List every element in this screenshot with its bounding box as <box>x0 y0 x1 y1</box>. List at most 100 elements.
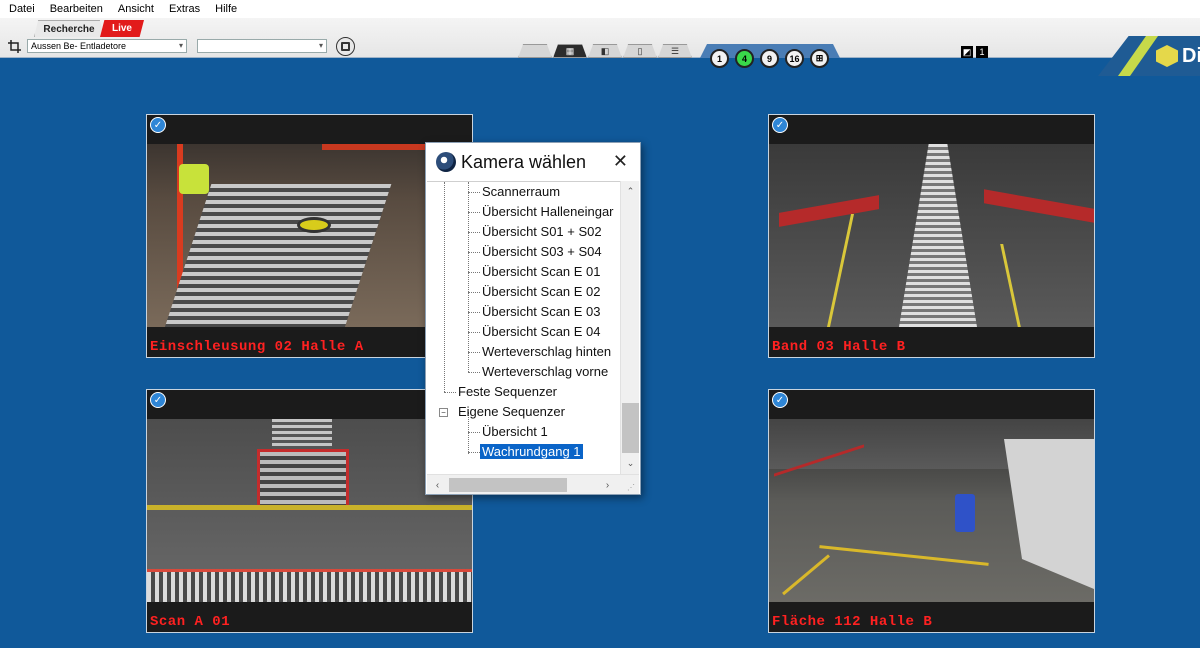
tree-guide <box>468 182 469 372</box>
resize-grip-icon[interactable]: ⋰ <box>627 483 635 492</box>
dialog-title: Kamera wählen <box>461 152 587 172</box>
check-icon[interactable]: ✓ <box>150 117 166 133</box>
tree-item[interactable]: Übersicht Scan E 04 <box>482 323 601 341</box>
video-floor-line <box>819 545 989 566</box>
menu-datei[interactable]: Datei <box>0 3 41 15</box>
tree-item-label: Werteverschlag hinten <box>482 344 612 359</box>
video-floor-line <box>782 554 830 596</box>
tree-branch <box>468 252 480 253</box>
camera-panel-2[interactable]: ✓ Band 03 Halle B <box>768 114 1095 358</box>
camera-panel-3[interactable]: ✓ Scan A 01 <box>146 389 473 633</box>
scroll-left-icon[interactable]: ‹ <box>429 475 446 495</box>
camera-label: Einschleusung 02 Halle A <box>150 339 364 355</box>
tree-item-selected[interactable]: Wachrundgang 1 <box>479 443 584 461</box>
vertical-scrollbar[interactable]: ⌃ ⌄ <box>620 181 639 474</box>
layout-4-button[interactable]: 4 <box>735 49 754 68</box>
tab-view-map[interactable]: ▯ <box>623 44 657 58</box>
video-cart <box>257 449 349 509</box>
tree-branch <box>444 392 456 393</box>
camera-video-2 <box>769 144 1094 327</box>
grid-icon: ▦ <box>565 45 575 56</box>
tree-item[interactable]: Übersicht Scan E 01 <box>482 263 601 281</box>
dialog-titlebar[interactable]: Kamera wählen ✕ <box>426 143 640 181</box>
camera-panel-1[interactable]: ✓ Einschleusung 02 Halle A <box>146 114 473 358</box>
tree-item[interactable]: Übersicht Scan E 03 <box>482 303 601 321</box>
camera-select-dialog: Kamera wählen ✕ Scannerraum Übersicht Ha… <box>425 142 641 495</box>
tree-branch <box>468 452 480 453</box>
menu-ansicht[interactable]: Ansicht <box>109 3 160 15</box>
close-icon[interactable]: ✕ <box>613 151 628 172</box>
layout-16-button[interactable]: 16 <box>785 49 804 68</box>
menu-extras[interactable]: Extras <box>160 3 206 15</box>
map-icon: ▯ <box>637 45 643 56</box>
tree-group-feste[interactable]: Feste Sequenzer <box>458 383 557 401</box>
layout-1-button[interactable]: 1 <box>710 49 729 68</box>
tree-item[interactable]: Übersicht 1 <box>482 423 548 441</box>
horizontal-scrollbar[interactable]: ‹ › ⋰ <box>427 474 639 494</box>
camera-icon <box>436 152 456 172</box>
chevron-down-icon: ▾ <box>178 41 183 50</box>
collapse-icon[interactable]: − <box>439 408 448 417</box>
tree-branch <box>468 272 480 273</box>
camera-tree: Scannerraum Übersicht Halleneingar Übers… <box>427 181 620 474</box>
tree-item[interactable]: Übersicht Halleneingar <box>482 203 614 221</box>
mode-tabs: Recherche Live <box>34 20 144 37</box>
video-cabinet <box>1004 439 1094 589</box>
tree-item[interactable]: Übersicht S03 + S04 <box>482 243 602 261</box>
list-icon: ☰ <box>670 45 680 56</box>
tree-item[interactable]: Werteverschlag hinten <box>482 343 611 361</box>
tab-view-list[interactable]: ☰ <box>658 44 692 58</box>
tree-item-label: Übersicht 1 <box>482 424 548 439</box>
tree-group-label: Feste Sequenzer <box>458 384 558 399</box>
tree-item-label: Wachrundgang 1 <box>479 443 584 460</box>
logo-cube-icon <box>1156 45 1178 67</box>
scroll-down-icon[interactable]: ⌄ <box>621 455 640 472</box>
video-tire <box>297 217 331 233</box>
crop-icon[interactable] <box>8 40 21 53</box>
tab-view-3d[interactable]: ◧ <box>588 44 622 58</box>
layout-custom-button[interactable]: ⊞ <box>810 49 829 68</box>
tree-branch <box>468 212 480 213</box>
tree-item-label: Scannerraum <box>482 184 561 199</box>
tree-item-label: Übersicht Scan E 04 <box>482 324 601 339</box>
tree-item-label: Übersicht Scan E 03 <box>482 304 601 319</box>
tree-branch <box>468 352 480 353</box>
video-worker <box>179 164 209 194</box>
secondary-select[interactable]: ▾ <box>197 39 327 53</box>
check-icon[interactable]: ✓ <box>772 392 788 408</box>
check-icon[interactable]: ✓ <box>772 117 788 133</box>
tree-item-label: Übersicht S01 + S02 <box>482 224 602 239</box>
location-select[interactable]: Aussen Be- Entladetore ▾ <box>27 39 187 53</box>
layout-buttons: 1 4 9 16 ⊞ <box>710 49 829 68</box>
camera-video-1 <box>147 144 472 327</box>
tab-view-grid[interactable]: ▦ <box>553 44 587 58</box>
check-icon[interactable]: ✓ <box>150 392 166 408</box>
tree-item[interactable]: Werteverschlag vorne <box>482 363 608 381</box>
video-conveyor <box>162 184 392 327</box>
tab-view-blank[interactable] <box>518 44 552 58</box>
view-tabs: ▦ ◧ ▯ ☰ <box>518 44 693 58</box>
tab-recherche[interactable]: Recherche <box>34 20 104 37</box>
video-barrel <box>955 494 975 532</box>
menu-bearbeiten[interactable]: Bearbeiten <box>41 3 109 15</box>
tree-item[interactable]: Übersicht S01 + S02 <box>482 223 602 241</box>
tree-group-eigene[interactable]: Eigene Sequenzer <box>458 403 565 421</box>
video-floor-line <box>826 214 855 327</box>
tab-live[interactable]: Live <box>100 20 144 37</box>
tree-item-label: Übersicht Halleneingar <box>482 204 614 219</box>
menu-hilfe[interactable]: Hilfe <box>206 3 243 15</box>
scroll-right-icon[interactable]: › <box>599 475 616 495</box>
save-button[interactable] <box>336 37 355 56</box>
tree-item-label: Werteverschlag vorne <box>482 364 609 379</box>
camera-video-3 <box>147 419 472 602</box>
scroll-thumb[interactable] <box>622 403 639 453</box>
camera-panel-4[interactable]: ✓ Fläche 112 Halle B <box>768 389 1095 633</box>
logo-text: Di <box>1182 45 1200 67</box>
scroll-up-icon[interactable]: ⌃ <box>621 183 640 200</box>
scroll-thumb[interactable] <box>449 478 567 492</box>
toolbar: Recherche Live Aussen Be- Entladetore ▾ … <box>0 18 1200 76</box>
tree-item[interactable]: Übersicht Scan E 02 <box>482 283 601 301</box>
tree-item[interactable]: Scannerraum <box>482 183 560 201</box>
camera-video-4 <box>769 419 1094 602</box>
layout-9-button[interactable]: 9 <box>760 49 779 68</box>
